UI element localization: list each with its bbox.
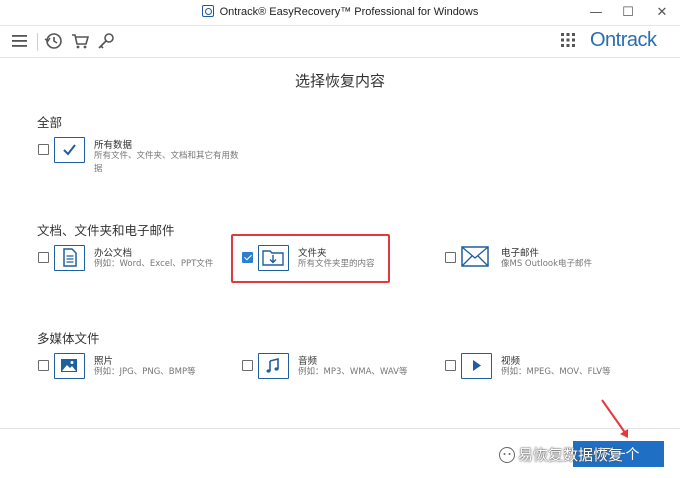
checkbox-video[interactable] (445, 360, 456, 371)
section-title-multimedia: 多媒体文件 (37, 331, 100, 346)
option-email[interactable]: 电子邮件 像MS Outlook电子邮件 (445, 245, 615, 285)
music-note-icon (258, 353, 289, 379)
history-icon[interactable] (43, 30, 65, 52)
document-icon (54, 245, 85, 271)
footer-divider (0, 428, 680, 429)
option-description: 例如：MPEG、MOV、FLV等 (501, 367, 611, 377)
app-logo-icon (201, 5, 214, 17)
title-bar: Ontrack® EasyRecovery™ Professional for … (0, 0, 680, 26)
option-photos[interactable]: 照片 例如：JPG、PNG、BMP等 (38, 353, 228, 393)
option-label: 所有数据 (94, 140, 133, 151)
window-title-wrap: Ontrack® EasyRecovery™ Professional for … (0, 5, 680, 18)
cart-icon[interactable] (69, 30, 91, 52)
maximize-button[interactable]: ☐ (614, 2, 642, 24)
checkbox-office-docs[interactable] (38, 252, 49, 263)
option-label: 照片 (94, 356, 114, 367)
checkbox-all-data[interactable] (38, 144, 49, 155)
option-label: 电子邮件 (501, 248, 540, 259)
watermark-text: 易恢复数据恢复 (518, 446, 624, 464)
option-description: 例如：Word、Excel、PPT文件 (94, 259, 214, 269)
checkbox-photos[interactable] (38, 360, 49, 371)
checkbox-audio[interactable] (242, 360, 253, 371)
check-icon (54, 137, 85, 163)
option-label: 视频 (501, 356, 521, 367)
red-arrow-annotation (601, 399, 628, 438)
toolbar: Ontrack (0, 26, 680, 58)
option-office-docs[interactable]: 办公文档 例如：Word、Excel、PPT文件 (38, 245, 228, 285)
watermark-logo-icon (499, 447, 515, 463)
option-label: 音频 (298, 356, 318, 367)
checkbox-email[interactable] (445, 252, 456, 263)
option-all-data[interactable]: 所有数据 所有文件、文件夹、文档和其它有用数据 (38, 137, 248, 177)
ontrack-brand-logo: Ontrack (590, 29, 657, 51)
section-title-documents: 文档、文件夹和电子邮件 (37, 223, 175, 238)
play-icon (461, 353, 492, 379)
selection-highlight-box (231, 234, 390, 283)
close-button[interactable]: ✕ (648, 2, 676, 24)
toolbar-separator (37, 33, 38, 51)
window-title: Ontrack® EasyRecovery™ Professional for … (219, 6, 479, 18)
key-icon[interactable] (95, 30, 117, 52)
page-title: 选择恢复内容 (294, 72, 385, 90)
option-description: 例如：JPG、PNG、BMP等 (94, 367, 196, 377)
option-audio[interactable]: 音频 例如：MP3、WMA、WAV等 (242, 353, 432, 393)
option-video[interactable]: 视频 例如：MPEG、MOV、FLV等 (445, 353, 635, 393)
option-description: 像MS Outlook电子邮件 (501, 259, 593, 269)
mail-icon (461, 245, 492, 271)
image-icon (54, 353, 85, 379)
section-title-all: 全部 (37, 115, 63, 130)
minimize-button[interactable]: — (582, 2, 610, 24)
menu-icon[interactable] (9, 30, 31, 52)
option-description: 例如：MP3、WMA、WAV等 (298, 367, 408, 377)
option-label: 办公文档 (94, 248, 133, 259)
apps-grid-icon[interactable] (560, 32, 576, 48)
option-description: 所有文件、文件夹、文档和其它有用数据 (94, 151, 239, 174)
